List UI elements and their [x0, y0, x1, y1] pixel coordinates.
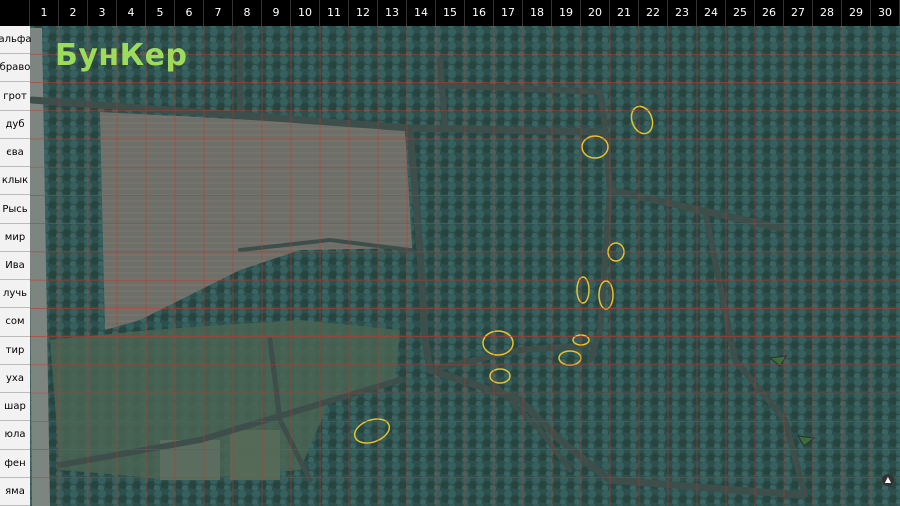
- row-label: тир: [0, 336, 30, 365]
- column-label: 30: [871, 0, 900, 26]
- farm-patch: [230, 430, 280, 480]
- column-label: 10: [291, 0, 320, 26]
- column-label: 18: [523, 0, 552, 26]
- row-label: сом: [0, 308, 30, 337]
- column-label: 23: [668, 0, 697, 26]
- column-label: 8: [233, 0, 262, 26]
- row-label: альфа: [0, 26, 32, 55]
- column-label: 2: [59, 0, 88, 26]
- column-label: 9: [262, 0, 291, 26]
- row-label: грот: [0, 82, 30, 111]
- column-label: 26: [755, 0, 784, 26]
- row-label: клык: [0, 167, 30, 196]
- column-label: 25: [726, 0, 755, 26]
- column-label: 3: [88, 0, 117, 26]
- column-label: 5: [146, 0, 175, 26]
- row-label: дуб: [0, 110, 30, 139]
- corner-cell: [0, 0, 30, 26]
- terrain-layer: [0, 0, 900, 506]
- row-label: мир: [0, 223, 30, 252]
- column-label: 6: [175, 0, 204, 26]
- column-label: 21: [610, 0, 639, 26]
- map-canvas[interactable]: БунКер 1 2 3 4 5 6 7 8 9 10 11 12 13 14 15 16 17 18 19 20 21…: [0, 0, 900, 506]
- column-label: 20: [581, 0, 610, 26]
- row-label: єва: [0, 138, 30, 168]
- column-label: 13: [378, 0, 407, 26]
- row-label: Ива: [0, 251, 30, 281]
- column-label: 15: [436, 0, 465, 26]
- map-title: БунКер: [55, 38, 188, 73]
- column-label: 7: [204, 0, 233, 26]
- column-label: 27: [784, 0, 813, 26]
- column-label: 24: [697, 0, 726, 26]
- column-label: 17: [494, 0, 523, 26]
- row-label: юла: [0, 421, 30, 450]
- column-label: 12: [349, 0, 378, 26]
- column-label: 19: [552, 0, 581, 26]
- north-arrow-icon[interactable]: ▲: [882, 474, 894, 486]
- column-label: 14: [407, 0, 436, 26]
- column-label: 29: [842, 0, 871, 26]
- row-label: шар: [0, 393, 30, 422]
- row-label: яма: [0, 477, 30, 506]
- row-label: браво: [0, 54, 30, 83]
- row-label: фен: [0, 449, 30, 478]
- column-label: 4: [117, 0, 146, 26]
- column-label: 22: [639, 0, 668, 26]
- row-label: Рысь: [0, 195, 30, 224]
- column-label: 28: [813, 0, 842, 26]
- column-label: 1: [30, 0, 59, 26]
- row-label: уха: [0, 364, 30, 394]
- column-label: 16: [465, 0, 494, 26]
- row-label: лучь: [0, 280, 30, 309]
- column-label: 11: [320, 0, 349, 26]
